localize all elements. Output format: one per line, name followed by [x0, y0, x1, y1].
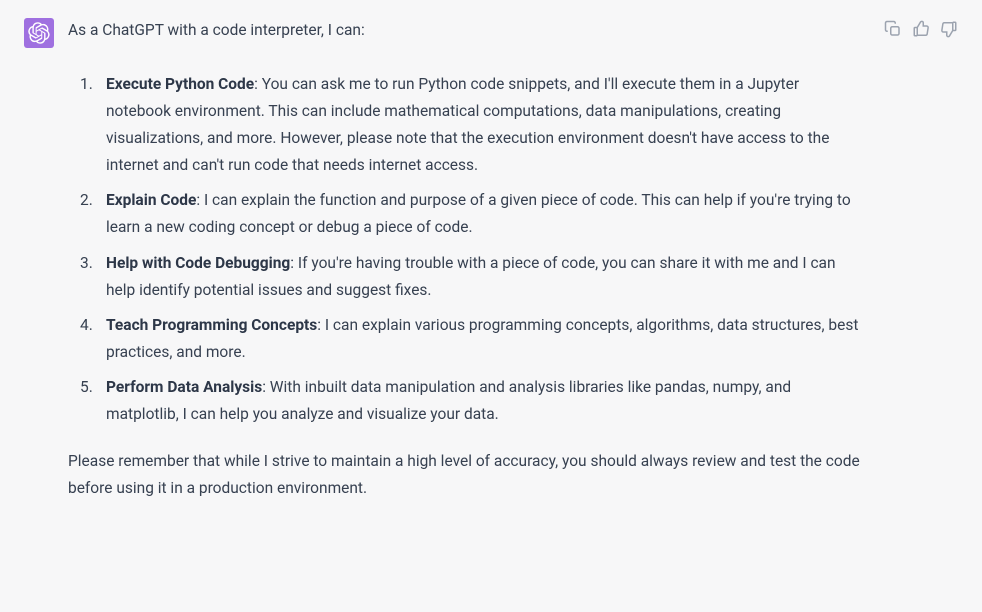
- openai-logo-icon: [28, 22, 50, 44]
- thumbs-up-icon[interactable]: [912, 20, 930, 38]
- message-actions: [884, 18, 958, 503]
- assistant-avatar: [24, 18, 54, 48]
- intro-text: As a ChatGPT with a code interpreter, I …: [68, 18, 862, 43]
- message-content: As a ChatGPT with a code interpreter, I …: [68, 18, 870, 503]
- item-title: Teach Programming Concepts: [106, 316, 317, 334]
- list-item: Execute Python Code: You can ask me to r…: [80, 71, 862, 180]
- capability-list: Execute Python Code: You can ask me to r…: [68, 71, 862, 429]
- item-title: Perform Data Analysis: [106, 378, 262, 396]
- copy-icon[interactable]: [884, 20, 902, 38]
- item-title: Help with Code Debugging: [106, 254, 290, 272]
- thumbs-down-icon[interactable]: [940, 20, 958, 38]
- item-title: Explain Code: [106, 191, 196, 209]
- message-container: As a ChatGPT with a code interpreter, I …: [0, 0, 982, 503]
- outro-text: Please remember that while I strive to m…: [68, 448, 862, 502]
- list-item: Explain Code: I can explain the function…: [80, 187, 862, 241]
- item-title: Execute Python Code: [106, 75, 254, 93]
- item-body: : I can explain the function and purpose…: [106, 191, 851, 236]
- list-item: Perform Data Analysis: With inbuilt data…: [80, 374, 862, 428]
- list-item: Help with Code Debugging: If you're havi…: [80, 250, 862, 304]
- list-item: Teach Programming Concepts: I can explai…: [80, 312, 862, 366]
